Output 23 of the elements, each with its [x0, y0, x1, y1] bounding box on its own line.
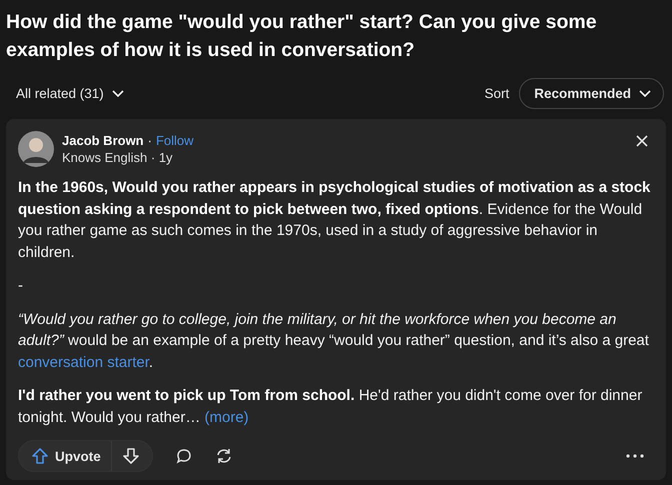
follow-link[interactable]: Follow — [156, 133, 194, 148]
chevron-down-icon — [639, 90, 651, 98]
up-arrow-icon — [31, 447, 49, 465]
answer-paragraph: - — [18, 276, 24, 296]
answer-paragraph: “Would you rather go to college, join the military, or hit the workforce when you become an adult?” would be an example of a pretty heavy “would you rather” question, and it’s also a great conversation starter. — [18, 310, 650, 372]
more-icon[interactable] — [626, 454, 644, 458]
inline-link[interactable]: conversation starter — [18, 354, 149, 370]
answer-paragraph: In the 1960s, Would you rather appears in psychological studies of motivation as a stock question asking a respondent to pick between two, fixed options. Evidence for the Would you rather game as such comes in the 1970s, used in a study of aggressive behavior in children. — [18, 178, 652, 262]
question-title: How did the game "would you rather" start? Can you give some examples of how it is used in conversation? — [6, 10, 598, 63]
filter-dropdown[interactable]: All related (31) — [16, 86, 124, 101]
author-credential: Knows English · 1y — [62, 150, 174, 165]
separator-dot: · — [148, 133, 152, 148]
downvote-icon[interactable] — [122, 447, 140, 465]
inline-link[interactable]: (more) — [204, 408, 249, 426]
sort-dropdown[interactable]: Recommended — [519, 78, 664, 109]
comment-icon[interactable] — [174, 447, 193, 465]
author-name[interactable]: Jacob Brown — [62, 133, 144, 148]
avatar-icon — [18, 131, 54, 167]
sort-label: Sort — [484, 86, 510, 101]
answer-paragraph: I'd rather you went to pick up Tom from school. He'd rather you didn't come over for dinner tonight. Would you rather… (more) — [18, 386, 644, 428]
chevron-down-icon — [112, 90, 124, 98]
close-icon[interactable] — [636, 135, 648, 147]
share-icon[interactable] — [214, 447, 233, 465]
